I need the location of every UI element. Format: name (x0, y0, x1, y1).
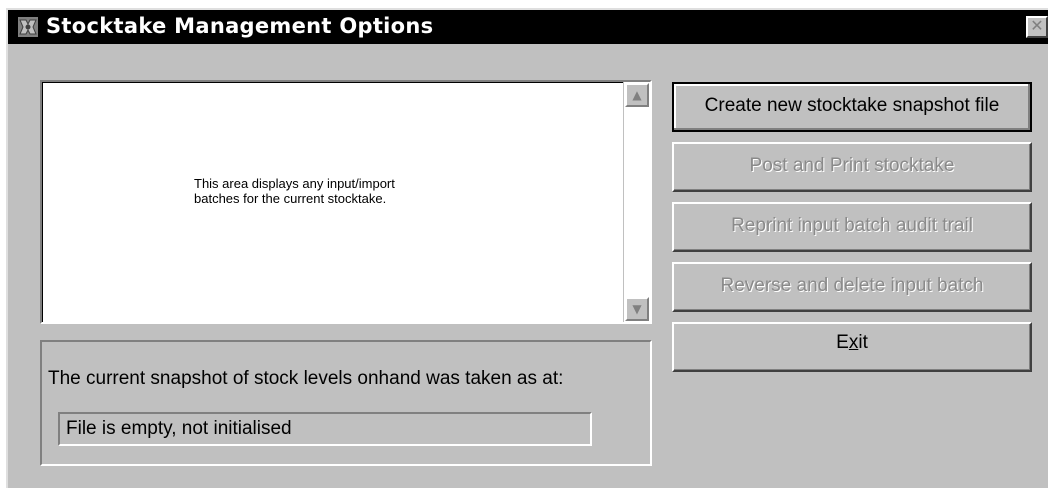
exit-button[interactable]: Exit (672, 322, 1032, 372)
arrow-up-icon: ▲ (632, 88, 642, 102)
list-hint-line-1: This area displays any input/import (194, 176, 395, 191)
vertical-scrollbar[interactable]: ▲ ▼ (623, 82, 650, 322)
exit-mnemonic: x (848, 332, 859, 353)
exit-label-post: it (858, 332, 868, 353)
stocktake-options-window: Stocktake Management Options ✕ This area… (6, 8, 1048, 488)
list-hint-line-2: batches for the current stocktake. (194, 191, 387, 206)
snapshot-label: The current snapshot of stock levels onh… (48, 368, 564, 389)
scroll-up-button[interactable]: ▲ (625, 83, 649, 107)
exit-label-pre: E (836, 332, 849, 353)
arrow-down-icon: ▼ (632, 302, 642, 316)
scroll-down-button[interactable]: ▼ (625, 297, 649, 321)
create-snapshot-button[interactable]: Create new stocktake snapshot file (672, 82, 1032, 132)
close-button[interactable]: ✕ (1026, 16, 1048, 38)
title-bar[interactable]: Stocktake Management Options ✕ (8, 10, 1048, 44)
snapshot-group: The current snapshot of stock levels onh… (40, 340, 652, 466)
list-hint-text: This area displays any input/import batc… (194, 176, 395, 206)
reverse-delete-batch-button[interactable]: Reverse and delete input batch (672, 262, 1032, 312)
snapshot-date-field: File is empty, not initialised (58, 412, 592, 446)
window-title: Stocktake Management Options (46, 14, 434, 38)
close-icon: ✕ (1030, 16, 1044, 35)
list-content[interactable]: This area displays any input/import batc… (42, 82, 622, 322)
app-icon (18, 17, 38, 37)
post-print-stocktake-button[interactable]: Post and Print stocktake (672, 142, 1032, 192)
reprint-audit-trail-button[interactable]: Reprint input batch audit trail (672, 202, 1032, 252)
input-batch-list[interactable]: This area displays any input/import batc… (40, 80, 652, 324)
snapshot-date-value: File is empty, not initialised (66, 418, 292, 439)
